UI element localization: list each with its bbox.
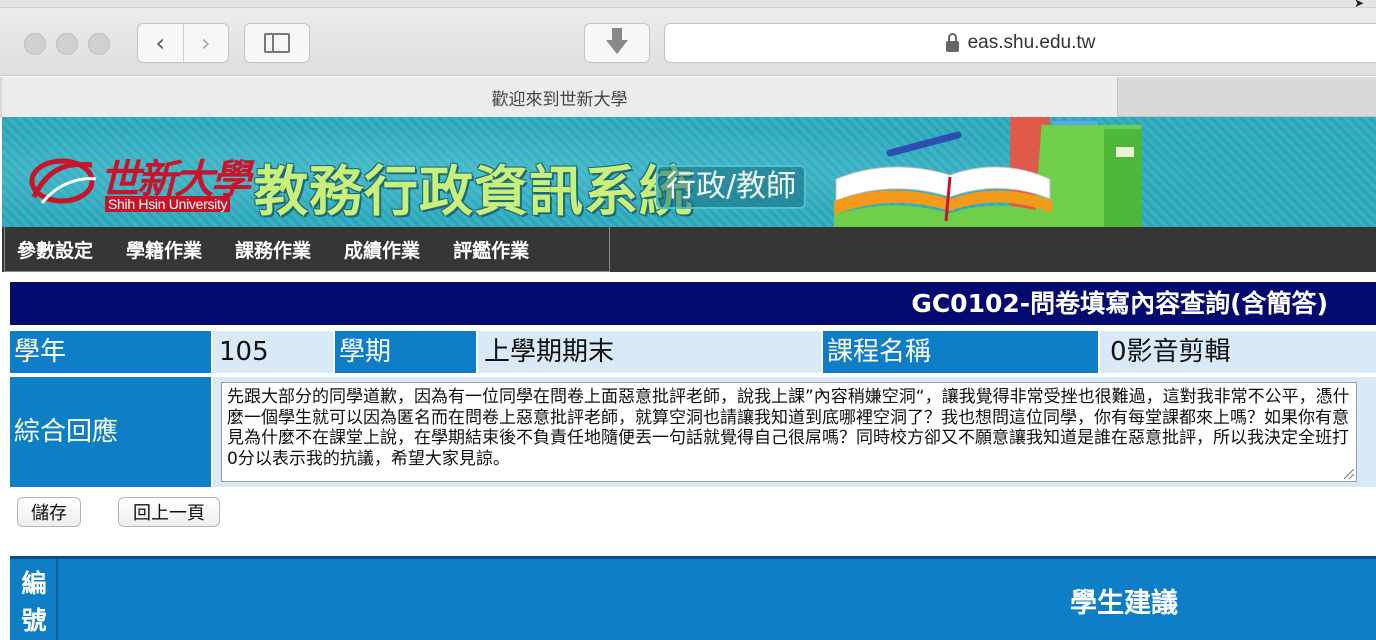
semester-label: 學期: [335, 331, 476, 373]
window-controls: [24, 33, 110, 55]
menu-item-enrollment[interactable]: 學籍作業: [114, 236, 221, 263]
chevron-right-icon: ›: [200, 29, 211, 57]
os-menubar: ➤: [0, 0, 1376, 10]
chevron-left-icon: ‹: [155, 29, 166, 57]
menu-item-evaluation[interactable]: 評鑑作業: [441, 236, 548, 263]
column-header-number: 編 號: [21, 569, 47, 635]
download-arrow-icon: [606, 28, 628, 54]
close-window-button[interactable]: [24, 33, 46, 55]
course-name-label: 課程名稱: [823, 331, 1098, 373]
overall-response-label: 綜合回應: [10, 377, 211, 487]
logo-english-name: Shih Hsin University: [105, 196, 231, 212]
menu-item-courses[interactable]: 課務作業: [223, 236, 330, 263]
sidebar-toggle-button[interactable]: [244, 23, 310, 63]
zoom-window-button[interactable]: [88, 33, 110, 55]
main-menu-bar: 參數設定 學籍作業 課務作業 成績作業 評鑑作業: [2, 227, 1376, 272]
lock-icon: [945, 32, 959, 52]
sidebar-icon: [264, 33, 290, 53]
year-value: 105: [213, 331, 333, 373]
forward-button[interactable]: ›: [182, 24, 229, 62]
url-text: eas.shu.edu.tw: [967, 32, 1096, 53]
tab-active[interactable]: 歡迎來到世新大學: [2, 77, 1118, 117]
tab-title: 歡迎來到世新大學: [491, 89, 628, 110]
overall-response-cell: 先跟大部分的同學道歉，因為有一位同學在問卷上面惡意批評老師，說我上課”內容稍嫌空…: [213, 377, 1376, 487]
downloads-button[interactable]: [584, 23, 650, 63]
minimize-window-button[interactable]: [56, 33, 78, 55]
page-title: GC0102-問卷填寫內容查詢(含簡答): [10, 282, 1376, 325]
university-emblem-icon: [29, 158, 97, 204]
tab-bar: 歡迎來到世新大學: [0, 77, 1376, 117]
back-button[interactable]: ‹: [138, 24, 183, 62]
year-label: 學年: [10, 331, 211, 373]
semester-value: 上學期期末: [478, 331, 821, 373]
site-banner: 世新大學 Shih Hsin University 教務行政資訊系統 行政/教師: [2, 117, 1376, 227]
column-divider: [56, 559, 58, 640]
menu-item-parameters[interactable]: 參數設定: [5, 236, 112, 263]
course-name-value: 0影音剪輯: [1100, 331, 1376, 373]
column-header-student-suggestions: 學生建議: [1070, 588, 1178, 619]
back-to-previous-page-button[interactable]: 回上一頁: [118, 497, 220, 527]
books-illustration-icon: [834, 117, 1142, 227]
history-navigation: ‹ ›: [137, 23, 229, 63]
browser-toolbar: ‹ › eas.shu.edu.tw: [0, 8, 1376, 76]
suggestions-table-header: 編 號 學生建議: [10, 556, 1376, 640]
main-menu: 參數設定 學籍作業 課務作業 成績作業 評鑑作業: [4, 227, 610, 272]
menu-item-grades[interactable]: 成績作業: [332, 236, 439, 263]
address-bar[interactable]: eas.shu.edu.tw: [664, 23, 1376, 63]
system-title: 教務行政資訊系統: [254, 160, 694, 223]
resize-grip-icon[interactable]: [1344, 469, 1354, 479]
save-button[interactable]: 儲存: [17, 497, 81, 527]
overall-response-textarea[interactable]: 先跟大部分的同學道歉，因為有一位同學在問卷上面惡意批評老師，說我上課”內容稍嫌空…: [221, 382, 1357, 482]
role-label: 行政/教師: [656, 165, 807, 209]
